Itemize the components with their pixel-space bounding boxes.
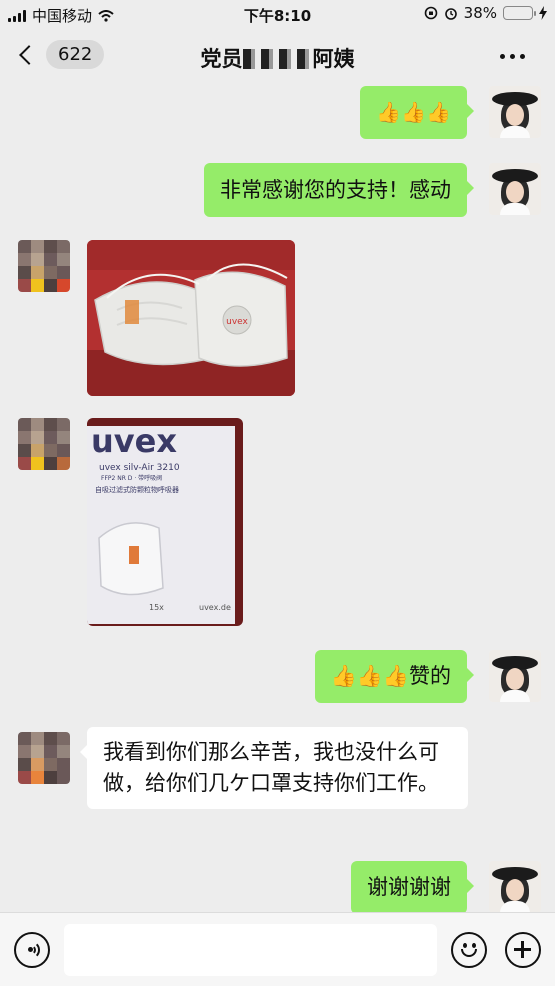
my-avatar[interactable] — [489, 86, 541, 138]
redaction-mask — [242, 49, 313, 69]
my-avatar[interactable] — [489, 650, 541, 702]
voice-button[interactable] — [14, 932, 50, 968]
message-image[interactable]: uvex uvex silv-Air 3210 FFP2 NR D · 带呼吸阀… — [87, 418, 243, 626]
svg-text:FFP2 NR D · 带呼吸阀: FFP2 NR D · 带呼吸阀 — [101, 474, 162, 482]
message-text: 👍👍👍赞的 — [330, 664, 451, 688]
message-text: 谢谢谢谢 — [367, 875, 451, 899]
message-row: 👍👍👍 — [0, 86, 555, 156]
charging-icon — [539, 6, 547, 20]
message-row: uvex uvex silv-Air 3210 FFP2 NR D · 带呼吸阀… — [0, 418, 555, 628]
message-input[interactable] — [64, 924, 437, 976]
message-row: 我看到你们那么辛苦，我也没什么可做，给你们几ケ口罩支持你们工作。 — [0, 727, 555, 842]
contact-avatar[interactable] — [18, 240, 70, 292]
mask-box-photo: uvex uvex silv-Air 3210 FFP2 NR D · 带呼吸阀… — [87, 418, 243, 626]
message-bubble[interactable]: 非常感谢您的支持！感动 — [204, 163, 474, 217]
message-bubble[interactable]: 👍👍👍赞的 — [314, 650, 475, 703]
svg-text:自吸过滤式防颗粒物呼吸器: 自吸过滤式防颗粒物呼吸器 — [95, 485, 179, 494]
chat-title: 党员 阿姨 — [0, 43, 555, 73]
message-row: uvex — [0, 240, 555, 400]
chat-title-prefix: 党员 — [200, 47, 243, 71]
my-avatar[interactable] — [489, 861, 541, 913]
contact-avatar[interactable] — [18, 418, 70, 470]
battery-percent: 38% — [463, 4, 497, 22]
message-image[interactable]: uvex — [87, 240, 295, 396]
masks-photo: uvex — [87, 240, 295, 396]
message-bubble[interactable]: 我看到你们那么辛苦，我也没什么可做，给你们几ケ口罩支持你们工作。 — [80, 727, 468, 809]
more-button[interactable] — [500, 54, 525, 59]
svg-text:uvex: uvex — [91, 422, 177, 460]
my-avatar[interactable] — [489, 163, 541, 215]
svg-text:uvex: uvex — [226, 317, 248, 327]
alarm-icon — [444, 8, 457, 20]
battery-icon — [503, 6, 536, 20]
message-row: 非常感谢您的支持！感动 — [0, 163, 555, 223]
input-bar — [0, 912, 555, 986]
contact-avatar[interactable] — [18, 732, 70, 784]
message-text: 👍👍👍 — [376, 100, 451, 124]
emoji-button[interactable] — [451, 932, 487, 968]
chat-title-suffix: 阿姨 — [312, 47, 355, 71]
plus-button[interactable] — [505, 932, 541, 968]
orientation-lock-icon — [424, 6, 437, 20]
svg-text:uvex silv-Air 3210: uvex silv-Air 3210 — [99, 463, 180, 473]
chat-header: 622 党员 阿姨 — [0, 28, 555, 86]
message-text: 非常感谢您的支持！感动 — [220, 178, 451, 202]
message-bubble[interactable]: 谢谢谢谢 — [351, 861, 474, 914]
message-bubble[interactable]: 👍👍👍 — [360, 86, 474, 139]
svg-text:uvex.de: uvex.de — [199, 603, 231, 612]
svg-text:15x: 15x — [149, 603, 164, 612]
message-text: 我看到你们那么辛苦，我也没什么可做，给你们几ケ口罩支持你们工作。 — [103, 740, 439, 795]
status-bar: 中国移动 下午8:10 38% — [0, 0, 555, 28]
message-row: 👍👍👍赞的 — [0, 650, 555, 710]
more-icon — [500, 54, 505, 59]
